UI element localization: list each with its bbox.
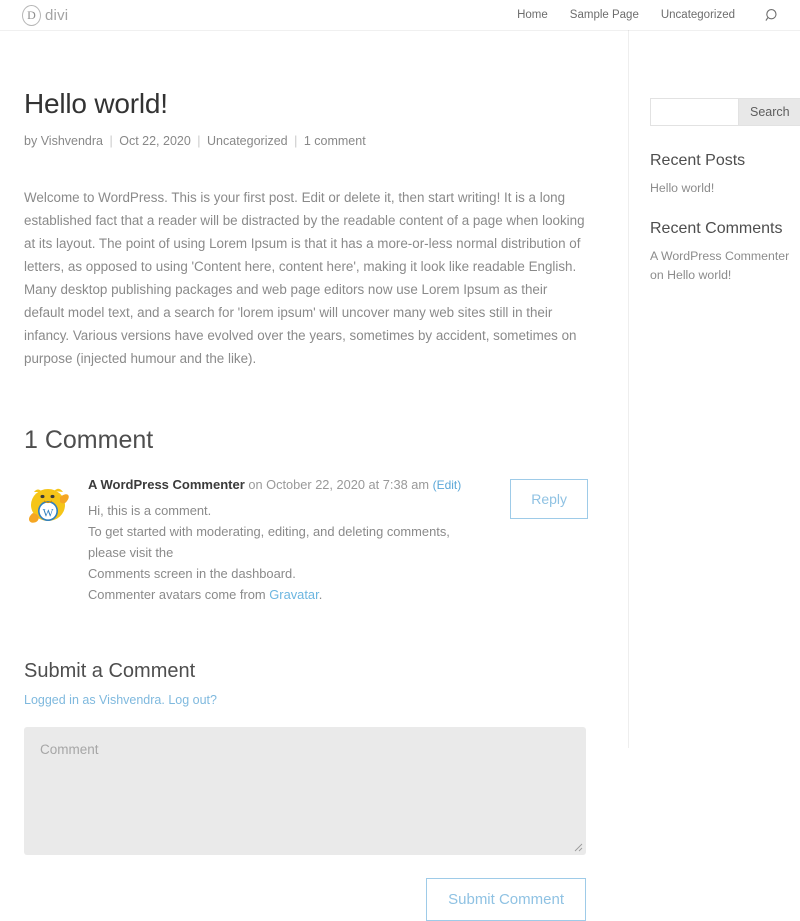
widget-title-recent-posts: Recent Posts (650, 152, 746, 169)
post-comment-count-link[interactable]: 1 comment (304, 134, 366, 148)
comment-main: A WordPress Commenter on October 22, 202… (88, 477, 478, 606)
primary-navigation: Home Sample Page Uncategorized (517, 8, 780, 23)
post-meta: by Vishvendra | Oct 22, 2020 | Uncategor… (24, 134, 588, 148)
site-title: divi (45, 6, 69, 24)
search-icon[interactable] (765, 8, 780, 23)
post-paragraph: Welcome to WordPress. This is your first… (24, 190, 585, 367)
widget-title-recent-comments: Recent Comments (650, 220, 783, 238)
list-item: Hello world! (650, 179, 792, 198)
widget-recent-comments: Recent Comments A WordPress Commenter on… (650, 220, 792, 285)
post-author-link[interactable]: Vishvendra (41, 134, 103, 148)
comment-avatar-note: Commenter avatars come from Gravatar. (88, 585, 478, 606)
list-item: A WordPress Commenter on Hello world! (650, 247, 792, 285)
comment-body: Hi, this is a comment. To get started wi… (88, 501, 478, 606)
logged-in-text: Logged in as Vishvendra. (24, 692, 169, 707)
sidebar-search-widget: Search (650, 98, 800, 126)
comment-item: W A WordPress Commenter on October 22, 2… (24, 477, 588, 606)
meta-separator-1: | (109, 134, 113, 148)
submit-row: Submit Comment (24, 877, 586, 921)
comment-header: A WordPress Commenter on October 22, 202… (88, 477, 478, 492)
comments-heading: 1 Comment (24, 426, 154, 455)
recent-comment-post-link[interactable]: on Hello world! (650, 266, 792, 285)
comment-edit-link[interactable]: (Edit) (433, 478, 462, 492)
svg-text:W: W (43, 508, 54, 520)
comment-line-2: To get started with moderating, editing,… (88, 524, 450, 561)
site-header: D divi Home Sample Page Uncategorized (0, 0, 800, 30)
recent-posts-list: Hello world! (650, 179, 792, 198)
post-meta-by-label: by (24, 134, 38, 148)
post-category-link[interactable]: Uncategorized (207, 134, 288, 148)
sidebar: Search Recent Posts Hello world! Recent … (628, 30, 800, 748)
search-icon-glyph (765, 8, 777, 21)
search-input[interactable] (650, 98, 738, 126)
main-content: Hello world! by Vishvendra | Oct 22, 202… (0, 30, 628, 921)
comment-line-1: Hi, this is a comment. (88, 503, 212, 519)
comment-line-3: Comments screen in the dashboard. (88, 566, 296, 582)
widget-recent-posts: Recent Posts Hello world! (650, 152, 792, 198)
nav-item-home[interactable]: Home (517, 9, 548, 21)
submit-comment-heading: Submit a Comment (24, 659, 196, 682)
wapuu-avatar-glyph: W (29, 489, 69, 524)
search-submit-button[interactable]: Search (738, 98, 800, 126)
logged-in-notice: Logged in as Vishvendra. Log out? (24, 693, 588, 707)
comment-author: A WordPress Commenter (88, 477, 245, 493)
comment-input[interactable] (24, 726, 586, 855)
recent-post-link[interactable]: Hello world! (650, 181, 714, 195)
logout-link[interactable]: Log out? (168, 693, 217, 707)
avatar-note-suffix: . (318, 587, 323, 602)
submit-comment-button[interactable]: Submit Comment (426, 877, 586, 921)
nav-item-sample-page[interactable]: Sample Page (570, 9, 639, 21)
page-wrapper: Hello world! by Vishvendra | Oct 22, 202… (0, 30, 800, 921)
avatar-note-prefix: Commenter avatars come from (88, 587, 270, 602)
meta-separator-3: | (294, 134, 298, 148)
meta-separator-2: | (197, 134, 201, 148)
recent-comment-author: A WordPress Commenter (650, 249, 790, 264)
post-date: Oct 22, 2020 (119, 134, 191, 148)
reply-button[interactable]: Reply (510, 479, 588, 520)
comment-timestamp: on October 22, 2020 at 7:38 am (248, 477, 430, 493)
gravatar-link[interactable]: Gravatar (269, 587, 318, 602)
wapuu-avatar: W (24, 480, 74, 530)
page-title: Hello world! (24, 88, 168, 119)
post-body: Welcome to WordPress. This is your first… (24, 186, 588, 370)
nav-item-uncategorized[interactable]: Uncategorized (661, 9, 735, 21)
divi-logo-icon: D (22, 4, 41, 26)
comment-textarea-wrapper (24, 726, 586, 855)
site-logo[interactable]: D divi (22, 4, 69, 26)
recent-comments-list: A WordPress Commenter on Hello world! (650, 247, 792, 285)
